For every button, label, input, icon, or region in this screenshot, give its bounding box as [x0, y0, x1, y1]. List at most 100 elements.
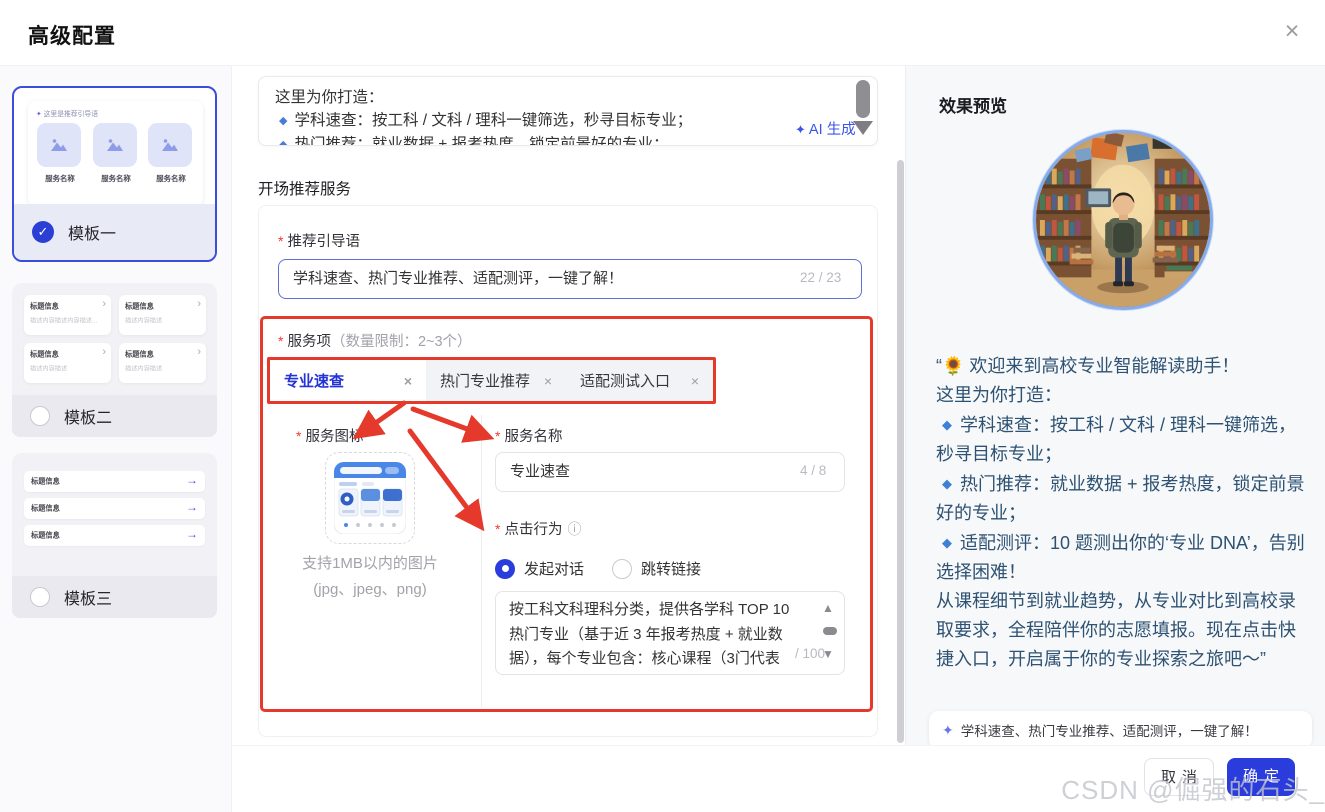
unchecked-radio-icon[interactable]	[30, 406, 50, 426]
tab-close-icon[interactable]: ×	[691, 373, 699, 389]
unchecked-radio-icon[interactable]	[30, 587, 50, 607]
template-3-selector[interactable]: 模板三	[12, 576, 217, 618]
template-3-preview: 标题信息 → 标题信息 → 标题信息 →	[24, 471, 205, 552]
advanced-config-dialog: 高级配置 × ✦ 这里是推荐引导语 服务名称 服务名称 服务名称 ✓ 模板一 标…	[0, 0, 1325, 812]
tab-service-2[interactable]: 热门专业推荐 ×	[426, 360, 566, 401]
arrow-right-icon: →	[186, 527, 198, 541]
info-row: 标题信息 →	[24, 498, 205, 519]
preview-bullet-line: ◆ 热门推荐：就业数据 + 报考热度，锁定前景好的专业；	[936, 474, 1305, 523]
info-mini-card: 标题信息 › 描述内容描述	[24, 343, 111, 383]
dialog-footer: 取消 确定	[232, 745, 1325, 812]
intro-scrollbar-thumb[interactable]	[856, 80, 870, 118]
click-behavior-radios: 发起对话 跳转链接	[495, 558, 729, 579]
template-2-preview: 标题信息 › 描述内容描述内容描述... 标题信息 › 描述内容描述 标题信息 …	[24, 295, 206, 391]
behavior-textarea[interactable]: 按工科文科理科分类，提供各学科 TOP 10 热门专业（基于近 3 年报考热度 …	[495, 591, 845, 675]
image-placeholder-icon	[37, 123, 82, 167]
template-1-guide-hint: ✦ 这里是推荐引导语	[36, 110, 98, 119]
chevron-right-icon: ›	[197, 346, 201, 358]
scroll-down-icon[interactable]: ▼	[822, 647, 834, 661]
template-sidebar: ✦ 这里是推荐引导语 服务名称 服务名称 服务名称 ✓ 模板一 标题信息 › 描…	[0, 66, 232, 812]
close-icon[interactable]: ×	[1275, 14, 1309, 48]
preview-title: 效果预览	[939, 97, 1007, 116]
info-mini-card: 标题信息 › 描述内容描述内容描述...	[24, 295, 111, 335]
diamond-bullet-icon: ◆	[942, 417, 952, 432]
diamond-bullet-icon: ◆	[279, 139, 288, 146]
textarea-scrollbar-thumb[interactable]	[823, 627, 837, 635]
effect-preview-panel: 效果预览 “🌻 欢迎来到高校专业智能解读助手！ 这里为你打造： ◆ 学科速查：按…	[905, 66, 1325, 749]
preview-bullet-line: ◆ 学科速查：按工科 / 文科 / 理科一键筛选，秒寻目标专业；	[936, 415, 1297, 464]
guide-label: 推荐引导语	[278, 230, 360, 251]
info-row: 标题信息 →	[24, 471, 205, 492]
info-mini-card: 标题信息 › 描述内容描述	[119, 295, 206, 335]
ai-generate-button[interactable]: ✦ AI 生成	[793, 118, 858, 139]
tab-service-3[interactable]: 适配测试入口 ×	[566, 360, 713, 401]
arrow-right-icon: →	[186, 473, 198, 487]
radio-start-chat[interactable]	[495, 558, 515, 579]
template-1-label: 模板一	[68, 226, 117, 243]
scroll-up-icon[interactable]: ▲	[822, 601, 834, 615]
template-card-1[interactable]: ✦ 这里是推荐引导语 服务名称 服务名称 服务名称 ✓ 模板一	[12, 86, 217, 262]
intro-bullet-line: ◆ 热门推荐：就业数据 + 报考热度，锁定前景好的专业；	[275, 133, 847, 146]
chevron-right-icon: ›	[102, 346, 106, 358]
icon-field-label: 服务图标	[296, 425, 363, 446]
template-1-tiles: 服务名称 服务名称 服务名称	[28, 123, 203, 187]
template-3-label: 模板三	[64, 591, 113, 608]
preview-opening-line: “🌻 欢迎来到高校专业智能解读助手！	[936, 356, 1240, 376]
tab-close-icon[interactable]: ×	[404, 373, 412, 389]
name-field-label: 服务名称	[495, 425, 562, 446]
confirm-button[interactable]: 确定	[1227, 758, 1295, 796]
template-card-2[interactable]: 标题信息 › 描述内容描述内容描述... 标题信息 › 描述内容描述 标题信息 …	[12, 283, 217, 437]
diamond-bullet-icon: ◆	[942, 476, 952, 491]
checked-radio-icon[interactable]: ✓	[32, 221, 54, 243]
template-1-selector[interactable]: ✓ 模板一	[14, 204, 215, 260]
template-1-preview: ✦ 这里是推荐引导语 服务名称 服务名称 服务名称	[28, 101, 203, 206]
info-mini-card: 标题信息 › 描述内容描述	[119, 343, 206, 383]
tab-close-icon[interactable]: ×	[544, 373, 552, 389]
welcome-text-editor[interactable]: 这里为你打造： ◆ 学科速查：按工科 / 文科 / 理科一键筛选，秒寻目标专业； …	[258, 76, 878, 146]
dialog-header: 高级配置 ×	[0, 0, 1325, 66]
intro-line: 这里为你打造：	[275, 89, 384, 106]
radio-jump-link-label[interactable]: 跳转链接	[641, 558, 701, 579]
icon-upload-box[interactable]	[325, 452, 415, 544]
service-name-input[interactable]: 专业速查	[495, 452, 845, 492]
service-tile: 服务名称	[92, 123, 139, 187]
cancel-button[interactable]: 取消	[1144, 758, 1214, 796]
template-card-3[interactable]: 标题信息 → 标题信息 → 标题信息 → 模板三	[12, 453, 217, 618]
section-title: 开场推荐服务	[258, 181, 352, 198]
chevron-right-icon: ›	[102, 298, 106, 310]
scroll-down-arrow-icon[interactable]	[853, 121, 873, 135]
template-2-selector[interactable]: 模板二	[12, 395, 217, 437]
radio-start-chat-label[interactable]: 发起对话	[524, 558, 584, 579]
behavior-char-counter: / 100	[795, 646, 826, 661]
main-scrollbar[interactable]	[897, 160, 904, 743]
guide-input[interactable]: 学科速查、热门专业推荐、适配测评，一键了解！	[278, 259, 862, 299]
preview-closing-line: 从课程细节到就业趋势，从专业对比到高校录取要求，全程陪伴你的志愿填报。现在点击快…	[936, 591, 1296, 669]
preview-bullet-line: ◆ 适配测评：10 题测出你的‘专业 DNA’，告别选择困难！	[936, 533, 1305, 582]
intro-bullet-line: ◆ 学科速查：按工科 / 文科 / 理科一键筛选，秒寻目标专业；	[279, 112, 693, 129]
template-2-label: 模板二	[64, 410, 113, 427]
arrow-right-icon: →	[186, 500, 198, 514]
upload-hint-line-2: (jpg、jpeg、png)	[313, 581, 427, 598]
service-tile: 服务名称	[147, 123, 194, 187]
preview-message: “🌻 欢迎来到高校专业智能解读助手！ 这里为你打造： ◆ 学科速查：按工科 / 文…	[936, 352, 1310, 674]
preview-line: 这里为你打造：	[936, 385, 1062, 405]
services-limit-hint: （数量限制：2~3个）	[330, 334, 472, 350]
info-icon[interactable]: ⓘ	[567, 521, 581, 537]
service-icon-thumbnail	[334, 462, 406, 534]
diamond-bullet-icon: ◆	[942, 535, 952, 550]
tab-service-1[interactable]: 专业速查 ×	[270, 360, 426, 401]
avatar	[1033, 130, 1213, 310]
chevron-right-icon: ›	[197, 298, 201, 310]
radio-jump-link[interactable]	[612, 558, 633, 579]
service-tile: 服务名称	[37, 123, 83, 187]
services-label: 服务项（数量限制：2~3个）	[278, 330, 472, 351]
service-tabs: 专业速查 × 热门专业推荐 × 适配测试入口 ×	[270, 360, 713, 401]
diamond-bullet-icon: ◆	[279, 115, 288, 127]
image-placeholder-icon	[147, 123, 192, 167]
guide-char-counter: 22 / 23	[800, 270, 842, 285]
name-char-counter: 4 / 8	[800, 463, 827, 478]
quick-entry-bar[interactable]: ✦ 学科速查、热门专业推荐、适配测评，一键了解！	[929, 711, 1312, 749]
column-divider	[481, 415, 482, 707]
sparkle-icon: ✦	[942, 721, 954, 738]
page-title: 高级配置	[28, 25, 116, 48]
